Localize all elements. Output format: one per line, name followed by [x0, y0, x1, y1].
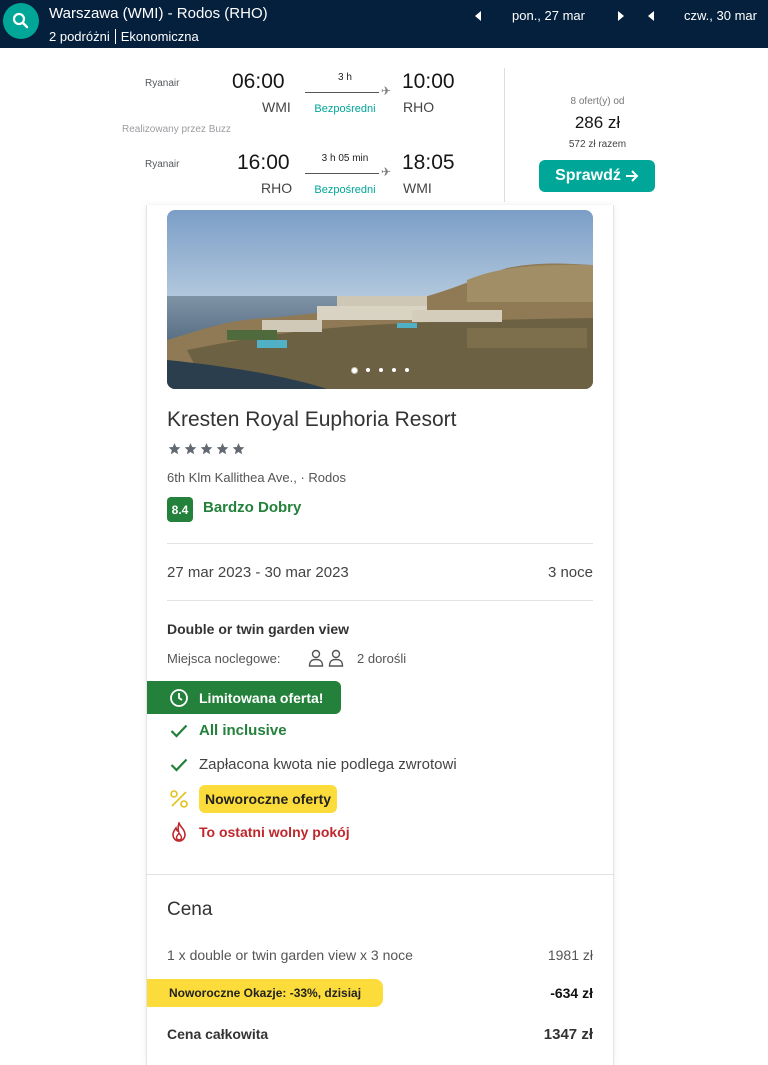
prev-depart-date-icon[interactable]: [475, 11, 481, 21]
depart-date[interactable]: pon., 27 mar: [512, 8, 585, 23]
outbound-airline: Ryanair: [145, 78, 180, 89]
travellers-count: 2 podróżni: [49, 29, 110, 44]
stay-dates: 27 mar 2023 - 30 mar 2023: [167, 564, 349, 581]
divider: [147, 874, 613, 875]
flame-icon: [172, 822, 186, 842]
limited-offer-badge: Limitowana oferta!: [147, 681, 341, 714]
review-score-label: Bardzo Dobry: [203, 499, 302, 516]
guests-icon: [308, 649, 344, 667]
outbound-duration: 3 h: [338, 72, 352, 83]
hotel-stars: [167, 442, 246, 456]
operated-by: Realizowany przez Buzz: [122, 124, 231, 135]
inbound-airline: Ryanair: [145, 159, 180, 170]
all-inclusive-feature: All inclusive: [167, 722, 287, 739]
beds-value: 2 dorośli: [357, 651, 407, 666]
route-title: Warszawa (WMI) - Rodos (RHO): [49, 5, 268, 22]
non-refundable-feature: Zapłacona kwota nie podlega zwrotowi: [167, 756, 457, 773]
refund-label: Zapłacona kwota nie podlega zwrotowi: [199, 756, 457, 773]
search-summary-bar[interactable]: Warszawa (WMI) - Rodos (RHO) 2 podróżni …: [0, 0, 768, 48]
inbound-dep-time: 16:00: [237, 151, 290, 174]
total-price-label: Cena całkowita: [167, 1026, 269, 1042]
carousel-dot[interactable]: [391, 368, 396, 372]
percent-icon: [170, 790, 188, 808]
price-line-desc: 1 x double or twin garden view x 3 noce: [167, 947, 413, 963]
inbound-dep-code: RHO: [261, 180, 293, 196]
outbound-route-line: [305, 92, 379, 93]
outbound-stops: Bezpośredni: [314, 103, 376, 115]
stay-nights: 3 noce: [547, 564, 593, 581]
carousel-dots: [167, 368, 593, 373]
plane-icon: ✈: [381, 165, 392, 179]
star-icon: [168, 443, 181, 455]
total-price-value: 1347 zł: [543, 1026, 593, 1043]
divider: [504, 68, 505, 202]
search-details: 2 podróżni Ekonomiczna: [49, 29, 199, 44]
check-button[interactable]: Sprawdź: [539, 160, 655, 192]
return-date[interactable]: czw., 30 mar: [684, 8, 757, 23]
check-icon: [170, 758, 188, 772]
person-icon: [328, 649, 344, 667]
arrow-right-icon: [625, 170, 639, 182]
hotel-photo-carousel[interactable]: [167, 210, 593, 389]
carousel-dot[interactable]: [378, 368, 383, 372]
check-button-label: Sprawdź: [555, 167, 621, 184]
outbound-arr-time: 10:00: [402, 70, 455, 93]
check-icon: [170, 724, 188, 738]
last-room-feature: To ostatni wolny pokój: [167, 822, 350, 842]
divider: [167, 600, 593, 601]
star-icon: [200, 443, 213, 455]
hotel-photo: [167, 210, 593, 389]
new-year-tag: Noworoczne oferty: [199, 785, 338, 813]
star-icon: [184, 443, 197, 455]
beds-label: Miejsca noclegowe:: [167, 651, 281, 666]
carousel-dot[interactable]: [404, 368, 409, 372]
inbound-arr-code: WMI: [403, 180, 432, 196]
room-type: Double or twin garden view: [167, 621, 350, 637]
next-depart-date-icon[interactable]: [618, 11, 624, 21]
search-icon: [12, 12, 29, 29]
promo-value: -634 zł: [550, 985, 593, 1001]
board-label: All inclusive: [199, 722, 287, 739]
prev-return-date-icon[interactable]: [648, 11, 654, 21]
person-icon: [308, 649, 324, 667]
outbound-arr-code: RHO: [403, 99, 435, 115]
carousel-dot[interactable]: [351, 368, 357, 373]
hotel-address: 6th Klm Kallithea Ave., · Rodos: [167, 470, 346, 485]
divider: [167, 543, 593, 544]
cabin-class: Ekonomiczna: [120, 29, 199, 44]
outbound-dep-code: WMI: [262, 99, 291, 115]
promo-badge: Noworoczne Okazje: -33%, dzisiaj: [147, 979, 383, 1007]
inbound-duration: 3 h 05 min: [321, 153, 369, 164]
star-icon: [216, 443, 229, 455]
plane-icon: ✈: [381, 84, 392, 98]
review-score: 8.4: [167, 497, 193, 522]
inbound-route-line: [305, 173, 379, 174]
clock-icon: [170, 688, 188, 707]
price-line-value: 1981 zł: [547, 947, 593, 963]
new-year-feature: Noworoczne oferty: [167, 785, 338, 813]
hotel-name[interactable]: Kresten Royal Euphoria Resort: [167, 408, 456, 432]
flight-price-total: 572 zł razem: [568, 139, 627, 150]
inbound-stops: Bezpośredni: [314, 184, 376, 196]
price-section-title: Cena: [167, 899, 213, 920]
search-button[interactable]: [3, 3, 39, 39]
star-icon: [232, 443, 245, 455]
offers-count: 8 ofert(y) od: [570, 96, 625, 107]
carousel-dot[interactable]: [365, 368, 370, 372]
limited-offer-label: Limitowana oferta!: [199, 689, 324, 706]
outbound-dep-time: 06:00: [232, 70, 285, 93]
flight-price: 286 zł: [574, 113, 621, 132]
inbound-arr-time: 18:05: [402, 151, 455, 174]
divider: [114, 29, 116, 44]
last-room-label: To ostatni wolny pokój: [199, 824, 350, 840]
